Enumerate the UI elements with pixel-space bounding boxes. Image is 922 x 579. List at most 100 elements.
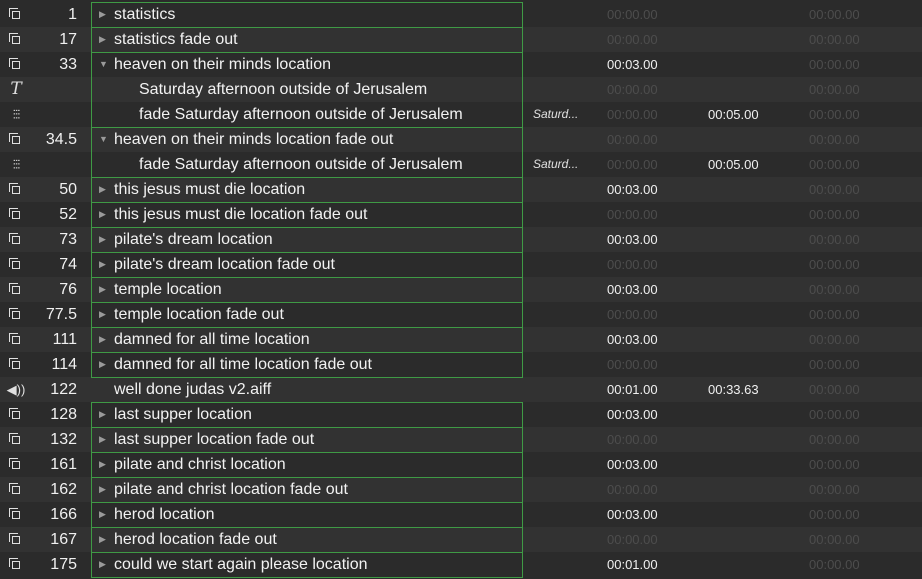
- cue-number: 166: [50, 506, 77, 523]
- post-wait-time: 00:00.00: [809, 107, 860, 122]
- disclosure-triangle-collapsed-icon[interactable]: ▶: [99, 502, 109, 527]
- cue-name: fade Saturday afternoon outside of Jerus…: [139, 106, 463, 123]
- post-wait-time: 00:00.00: [809, 207, 860, 222]
- disclosure-triangle-collapsed-icon[interactable]: ▶: [99, 202, 109, 227]
- cue-row[interactable]: 17 ▶ statistics fade out 00:00.00 00:00.00: [0, 27, 922, 52]
- disclosure-triangle-collapsed-icon[interactable]: ▶: [99, 177, 109, 202]
- pre-wait-time: 00:03.00: [607, 57, 658, 72]
- cue-row[interactable]: 74 ▶ pilate's dream location fade out 00:00…: [0, 252, 922, 277]
- cue-row[interactable]: ⫶⫶⫶ fade Saturday afternoon outside of Je…: [0, 152, 922, 177]
- cue-row[interactable]: 132 ▶ last supper location fade out 00:00.0…: [0, 427, 922, 452]
- fade-cue-icon: ⫶⫶⫶: [12, 107, 21, 122]
- post-wait-time: 00:00.00: [809, 82, 860, 97]
- cue-row[interactable]: 73 ▶ pilate's dream location 00:03.00 00:00.…: [0, 227, 922, 252]
- action-time: 00:05.00: [708, 157, 759, 172]
- audio-cue-icon: ◀)): [6, 382, 26, 397]
- group-cue-icon: [5, 452, 27, 477]
- cue-row[interactable]: 34.5 ▼ heaven on their minds location fade…: [0, 127, 922, 152]
- disclosure-triangle-collapsed-icon[interactable]: ▶: [99, 227, 109, 252]
- cue-row[interactable]: 175 ▶ could we start again please location…: [0, 552, 922, 577]
- group-cue-icon: [5, 552, 27, 577]
- cue-row[interactable]: 166 ▶ herod location 00:03.00 00:00.00: [0, 502, 922, 527]
- disclosure-triangle-collapsed-icon[interactable]: ▶: [99, 252, 109, 277]
- disclosure-triangle-collapsed-icon[interactable]: ▶: [99, 27, 109, 52]
- cue-name: could we start again please location: [114, 556, 368, 573]
- post-wait-time: 00:00.00: [809, 257, 860, 272]
- disclosure-triangle-collapsed-icon[interactable]: ▶: [99, 402, 109, 427]
- cue-number: 111: [52, 331, 77, 348]
- cue-name: heaven on their minds location: [114, 56, 332, 73]
- pre-wait-time: 00:00.00: [607, 157, 658, 172]
- cue-row[interactable]: 162 ▶ pilate and christ location fade out 0…: [0, 477, 922, 502]
- cue-row[interactable]: 33 ▼ heaven on their minds location 00:03.0…: [0, 52, 922, 77]
- cue-number: 162: [50, 481, 77, 498]
- cue-name: pilate and christ location fade out: [114, 481, 348, 498]
- disclosure-triangle-collapsed-icon[interactable]: ▶: [99, 427, 109, 452]
- cue-row[interactable]: 52 ▶ this jesus must die location fade out…: [0, 202, 922, 227]
- post-wait-time: 00:00.00: [809, 32, 860, 47]
- cue-name: last supper location: [114, 406, 252, 423]
- group-cue-icon: [5, 127, 27, 152]
- cue-row[interactable]: T Saturday afternoon outside of Jerusalem…: [0, 77, 922, 102]
- cue-row[interactable]: 77.5 ▶ temple location fade out 00:00.00 00:…: [0, 302, 922, 327]
- text-cue-icon: T: [10, 79, 22, 99]
- post-wait-time: 00:00.00: [809, 407, 860, 422]
- post-wait-time: 00:00.00: [809, 232, 860, 247]
- post-wait-time: 00:00.00: [809, 182, 860, 197]
- post-wait-time: 00:00.00: [809, 432, 860, 447]
- cue-number: 114: [51, 356, 77, 373]
- cue-row[interactable]: 161 ▶ pilate and christ location 00:03.00 00…: [0, 452, 922, 477]
- disclosure-triangle-collapsed-icon[interactable]: ▶: [99, 2, 109, 27]
- cue-name: herod location fade out: [114, 531, 277, 548]
- group-cue-icon: [5, 52, 27, 77]
- cue-number: 122: [50, 381, 77, 398]
- post-wait-time: 00:00.00: [809, 557, 860, 572]
- cue-number: 77.5: [45, 306, 77, 323]
- pre-wait-time: 00:01.00: [607, 382, 658, 397]
- cue-number: 50: [59, 181, 77, 198]
- disclosure-triangle-expanded-icon[interactable]: ▼: [99, 52, 109, 77]
- disclosure-triangle-collapsed-icon[interactable]: ▶: [99, 452, 109, 477]
- pre-wait-time: 00:03.00: [607, 182, 658, 197]
- cue-name: pilate's dream location: [114, 231, 273, 248]
- disclosure-triangle-collapsed-icon[interactable]: ▶: [99, 327, 109, 352]
- cue-row[interactable]: ◀)) 122 well done judas v2.aiff 00:01.00 00:…: [0, 377, 922, 402]
- pre-wait-time: 00:00.00: [607, 132, 658, 147]
- cue-row[interactable]: 1 ▶ statistics 00:00.00 00:00.00: [0, 2, 922, 27]
- fade-cue-icon: ⫶⫶⫶: [12, 157, 21, 172]
- disclosure-triangle-collapsed-icon[interactable]: ▶: [99, 352, 109, 377]
- cue-row[interactable]: 128 ▶ last supper location 00:03.00 00:00.00: [0, 402, 922, 427]
- disclosure-triangle-expanded-icon[interactable]: ▼: [99, 127, 109, 152]
- post-wait-time: 00:00.00: [809, 357, 860, 372]
- disclosure-triangle-collapsed-icon[interactable]: ▶: [99, 277, 109, 302]
- cue-number: 167: [50, 531, 77, 548]
- cue-row[interactable]: 76 ▶ temple location 00:03.00 00:00.00: [0, 277, 922, 302]
- post-wait-time: 00:00.00: [809, 532, 860, 547]
- post-wait-time: 00:00.00: [809, 457, 860, 472]
- post-wait-time: 00:00.00: [809, 7, 860, 22]
- cue-row[interactable]: 111 ▶ damned for all time location 00:03.00…: [0, 327, 922, 352]
- group-cue-icon: [5, 252, 27, 277]
- disclosure-triangle-collapsed-icon[interactable]: ▶: [99, 527, 109, 552]
- group-cue-icon: [5, 177, 27, 202]
- group-cue-icon: [5, 327, 27, 352]
- cue-row[interactable]: ⫶⫶⫶ fade Saturday afternoon outside of Je…: [0, 102, 922, 127]
- disclosure-triangle-collapsed-icon[interactable]: ▶: [99, 477, 109, 502]
- pre-wait-time: 00:03.00: [607, 332, 658, 347]
- cue-target: Saturd...: [533, 157, 579, 171]
- cue-name: well done judas v2.aiff: [114, 381, 272, 398]
- action-time: 00:33.63: [708, 382, 759, 397]
- pre-wait-time: 00:00.00: [607, 257, 658, 272]
- cue-row[interactable]: 50 ▶ this jesus must die location 00:03.00 0…: [0, 177, 922, 202]
- post-wait-time: 00:00.00: [809, 382, 860, 397]
- cue-name: temple location: [114, 281, 222, 298]
- disclosure-triangle-collapsed-icon[interactable]: ▶: [99, 302, 109, 327]
- post-wait-time: 00:00.00: [809, 482, 860, 497]
- cue-number: 34.5: [45, 131, 77, 148]
- pre-wait-time: 00:01.00: [607, 557, 658, 572]
- cue-row[interactable]: 114 ▶ damned for all time location fade ou…: [0, 352, 922, 377]
- disclosure-triangle-collapsed-icon[interactable]: ▶: [99, 552, 109, 577]
- pre-wait-time: 00:03.00: [607, 282, 658, 297]
- cue-row[interactable]: 167 ▶ herod location fade out 00:00.00 00:00…: [0, 527, 922, 552]
- pre-wait-time: 00:00.00: [607, 107, 658, 122]
